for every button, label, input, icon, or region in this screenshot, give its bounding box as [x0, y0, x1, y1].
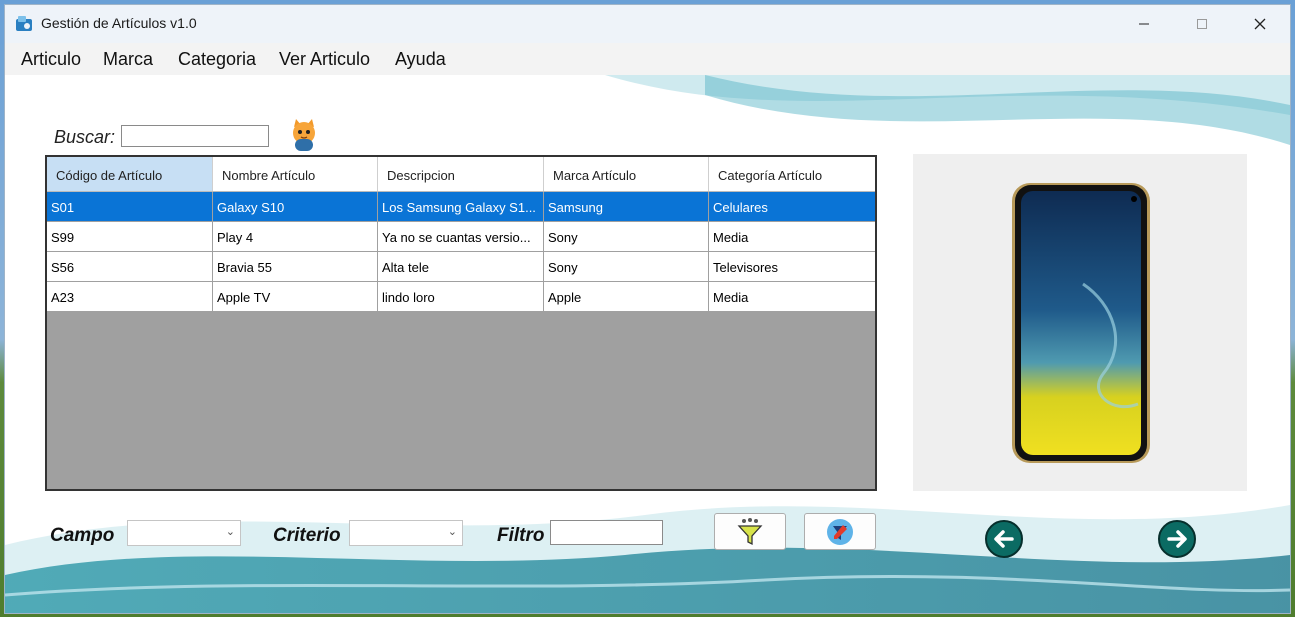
- close-icon: [1254, 18, 1266, 30]
- minimize-icon: [1139, 23, 1149, 25]
- main-window: Gestión de Artículos v1.0 Articulo Marca…: [4, 4, 1291, 614]
- filtro-label: Filtro: [497, 525, 545, 546]
- table-row[interactable]: S01 Galaxy S10 Los Samsung Galaxy S1... …: [47, 192, 875, 222]
- menu-ver-articulo[interactable]: Ver Articulo: [279, 49, 370, 70]
- criterio-label: Criterio: [273, 525, 341, 546]
- menu-articulo[interactable]: Articulo: [21, 49, 81, 70]
- chevron-down-icon: ⌄: [447, 526, 457, 538]
- menu-ayuda[interactable]: Ayuda: [395, 49, 446, 70]
- cell-marca: Samsung: [544, 192, 709, 221]
- next-button[interactable]: [1157, 519, 1197, 559]
- cell-descripcion: Los Samsung Galaxy S1...: [378, 192, 544, 221]
- previous-button[interactable]: [984, 519, 1024, 559]
- articles-grid[interactable]: Código de Artículo Nombre Artículo Descr…: [45, 155, 877, 491]
- search-input[interactable]: [121, 125, 269, 147]
- campo-select[interactable]: ⌄: [127, 520, 241, 546]
- cell-descripcion: Ya no se cuantas versio...: [378, 222, 544, 251]
- cell-descripcion: Alta tele: [378, 252, 544, 281]
- menu-categoria[interactable]: Categoria: [178, 49, 256, 70]
- cell-nombre: Apple TV: [213, 282, 378, 311]
- table-row[interactable]: S56 Bravia 55 Alta tele Sony Televisores: [47, 252, 875, 282]
- cell-categoria: Media: [713, 290, 749, 305]
- menu-bar: Articulo Marca Categoria Ver Articulo Ay…: [5, 43, 1290, 75]
- menu-marca[interactable]: Marca: [103, 49, 153, 70]
- phone-image: [1012, 183, 1150, 463]
- minimize-button[interactable]: [1115, 5, 1173, 43]
- cell-codigo: S56: [47, 252, 213, 281]
- close-button[interactable]: [1231, 5, 1289, 43]
- search-label: Buscar:: [54, 127, 116, 147]
- apply-filter-button[interactable]: [714, 513, 786, 550]
- cell-marca: Sony: [544, 222, 709, 251]
- content-area: Buscar: Código de Artículo Nombre Artícu…: [5, 75, 1290, 613]
- clear-filter-button[interactable]: [804, 513, 876, 550]
- column-header-nombre[interactable]: Nombre Artículo: [213, 157, 378, 191]
- column-header-marca[interactable]: Marca Artículo: [544, 157, 709, 191]
- table-row[interactable]: A23 Apple TV lindo loro Apple Media: [47, 282, 875, 312]
- cell-codigo: S01: [47, 192, 213, 221]
- cell-codigo: A23: [47, 282, 213, 311]
- cell-categoria: Celulares: [713, 200, 768, 215]
- search-mascot-icon[interactable]: [286, 117, 322, 153]
- clear-filter-icon: [827, 518, 853, 545]
- chevron-down-icon: ⌄: [225, 526, 235, 538]
- cell-nombre: Galaxy S10: [213, 192, 378, 221]
- cell-categoria: Media: [713, 230, 749, 245]
- funnel-filter-icon: [737, 517, 763, 545]
- window-title: Gestión de Artículos v1.0: [41, 15, 197, 31]
- table-row[interactable]: S99 Play 4 Ya no se cuantas versio... So…: [47, 222, 875, 252]
- cell-marca: Sony: [544, 252, 709, 281]
- column-header-categoria[interactable]: Categoría Artículo: [709, 157, 875, 191]
- maximize-button[interactable]: [1173, 5, 1231, 43]
- cell-categoria: Televisores: [713, 260, 779, 275]
- cell-codigo: S99: [47, 222, 213, 251]
- cell-nombre: Bravia 55: [213, 252, 378, 281]
- campo-label: Campo: [50, 525, 115, 546]
- grid-header: Código de Artículo Nombre Artículo Descr…: [47, 157, 875, 192]
- app-icon: [16, 16, 32, 31]
- cell-descripcion: lindo loro: [378, 282, 544, 311]
- title-bar[interactable]: Gestión de Artículos v1.0: [5, 5, 1290, 43]
- cell-nombre: Play 4: [213, 222, 378, 251]
- column-header-descripcion[interactable]: Descripcion: [378, 157, 544, 191]
- cell-marca: Apple: [544, 282, 709, 311]
- criterio-select[interactable]: ⌄: [349, 520, 463, 546]
- article-image-panel: [913, 154, 1247, 491]
- filtro-input[interactable]: [550, 520, 663, 545]
- maximize-icon: [1197, 19, 1207, 29]
- column-header-codigo[interactable]: Código de Artículo: [47, 157, 213, 191]
